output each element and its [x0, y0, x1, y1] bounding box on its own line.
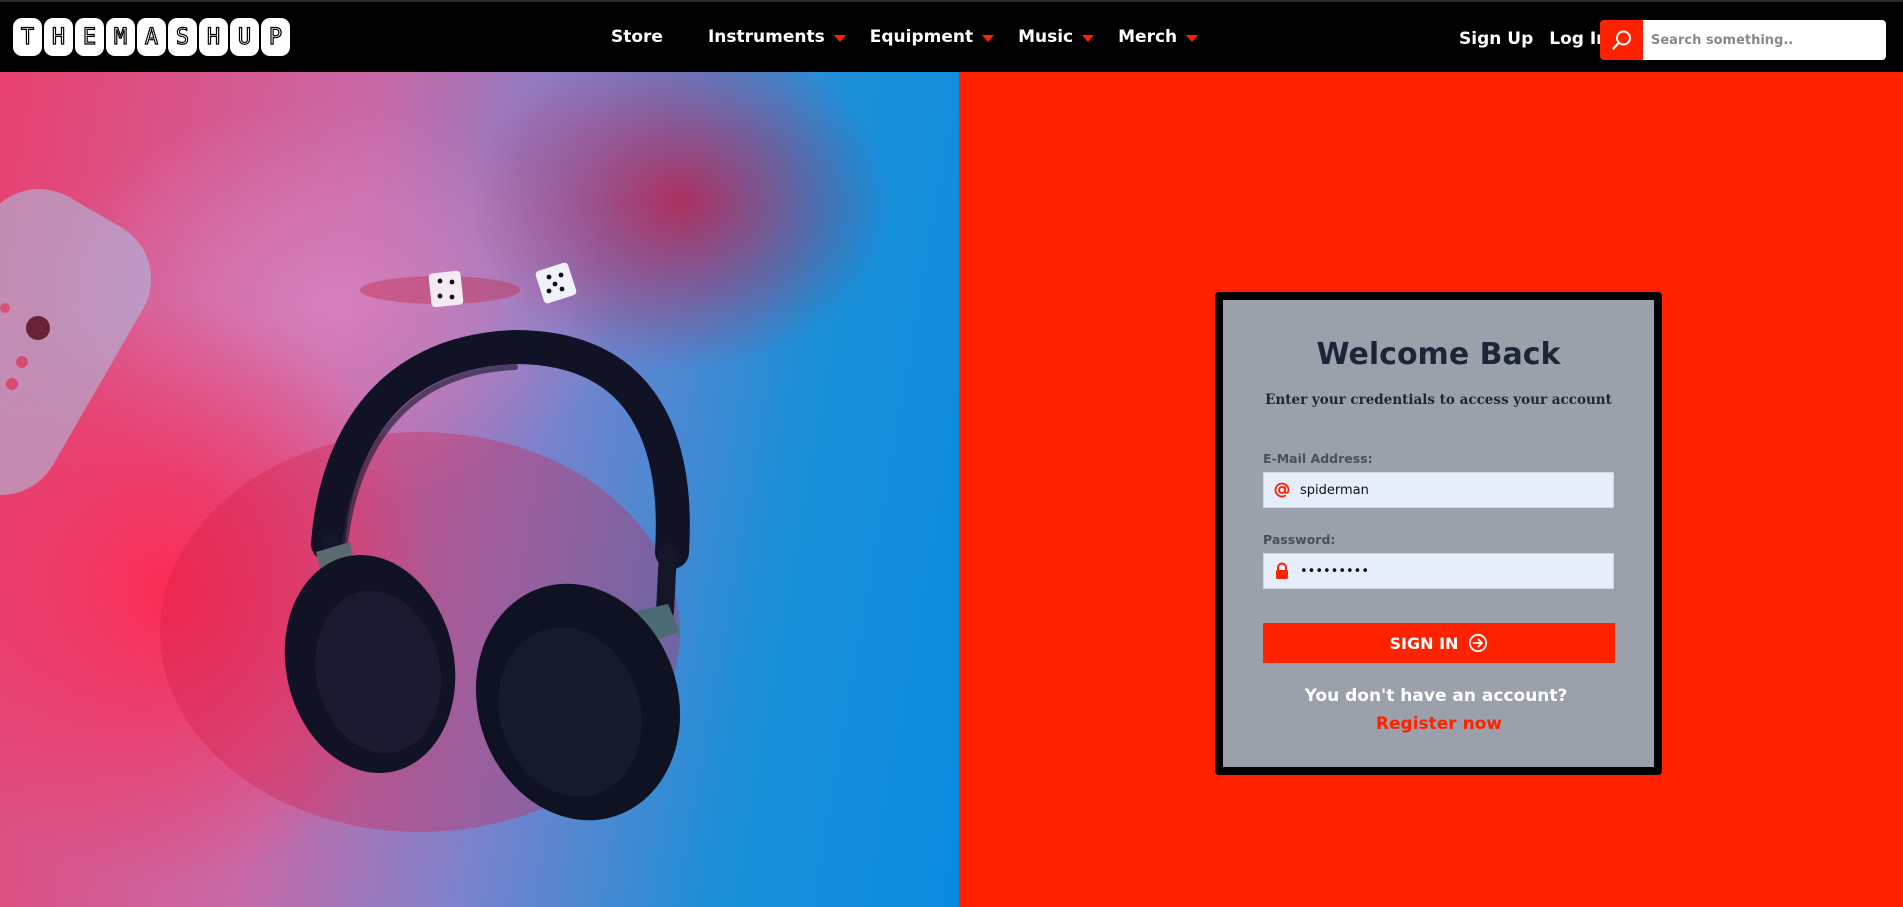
- email-label: E-Mail Address:: [1263, 451, 1373, 466]
- caret-down-icon: [833, 35, 846, 42]
- login-title: Welcome Back: [1316, 337, 1561, 372]
- search-icon: [1611, 30, 1631, 50]
- site-logo[interactable]: THEMASHUP: [13, 18, 290, 56]
- nav-item-equipment[interactable]: Equipment: [869, 27, 995, 47]
- nav-item-instruments[interactable]: Instruments: [708, 27, 846, 47]
- logo-letter: T: [13, 18, 42, 56]
- nav-item-label: Instruments: [707, 27, 825, 47]
- login-subtitle: Enter your credentials to access your ac…: [1265, 392, 1612, 408]
- remote-control-image: [0, 189, 151, 495]
- sign-in-label: SIGN IN: [1389, 633, 1459, 653]
- caret-down-icon: [1186, 35, 1199, 42]
- search-button[interactable]: [1600, 20, 1643, 60]
- hero-headphones-image: [0, 72, 959, 907]
- logo-letter: P: [261, 18, 290, 56]
- caret-down-icon: [1082, 35, 1095, 42]
- search-bar: [1600, 20, 1886, 60]
- password-input[interactable]: [1300, 563, 1613, 579]
- logo-letter: M: [106, 18, 135, 56]
- sign-up-link[interactable]: Sign Up: [1459, 29, 1533, 49]
- nav-item-label: Merch: [1118, 27, 1178, 47]
- headphones-illustration: [0, 189, 690, 832]
- dice-image: [360, 262, 577, 308]
- lock-icon: [1264, 554, 1300, 588]
- nav-item-label: Music: [1018, 27, 1074, 47]
- main-nav: Store Instruments Equipment Music Merch: [611, 24, 1199, 50]
- logo-letter: U: [230, 18, 259, 56]
- logo-letter: E: [75, 18, 104, 56]
- logo-letter: S: [168, 18, 197, 56]
- at-sign-icon: [1264, 473, 1300, 507]
- register-link[interactable]: Register now: [1376, 714, 1502, 734]
- search-input[interactable]: [1643, 20, 1886, 60]
- password-field-wrapper: [1263, 553, 1614, 589]
- email-input[interactable]: [1300, 482, 1613, 498]
- caret-down-icon: [982, 35, 995, 42]
- nav-item-label: Equipment: [869, 27, 974, 47]
- logo-letter: A: [137, 18, 166, 56]
- nav-item-music[interactable]: Music: [1018, 27, 1095, 47]
- email-field-wrapper: [1263, 472, 1614, 508]
- nav-item-label: Store: [611, 27, 663, 47]
- register-prompt: You don't have an account? Register now: [1263, 682, 1615, 738]
- top-navbar: THEMASHUP Store Instruments Equipment Mu…: [0, 0, 1903, 72]
- nav-item-merch[interactable]: Merch: [1118, 27, 1199, 47]
- logo-letter: H: [199, 18, 228, 56]
- logo-letter: H: [44, 18, 73, 56]
- auth-links: Sign Up Log In: [1459, 29, 1608, 49]
- sign-in-button[interactable]: SIGN IN: [1263, 623, 1615, 663]
- password-label: Password:: [1263, 532, 1336, 547]
- nav-item-store[interactable]: Store: [611, 27, 663, 47]
- login-card: Welcome Back Enter your credentials to a…: [1215, 292, 1662, 775]
- arrow-circle-right-icon: [1469, 633, 1488, 653]
- register-prompt-text: You don't have an account?: [1304, 686, 1568, 706]
